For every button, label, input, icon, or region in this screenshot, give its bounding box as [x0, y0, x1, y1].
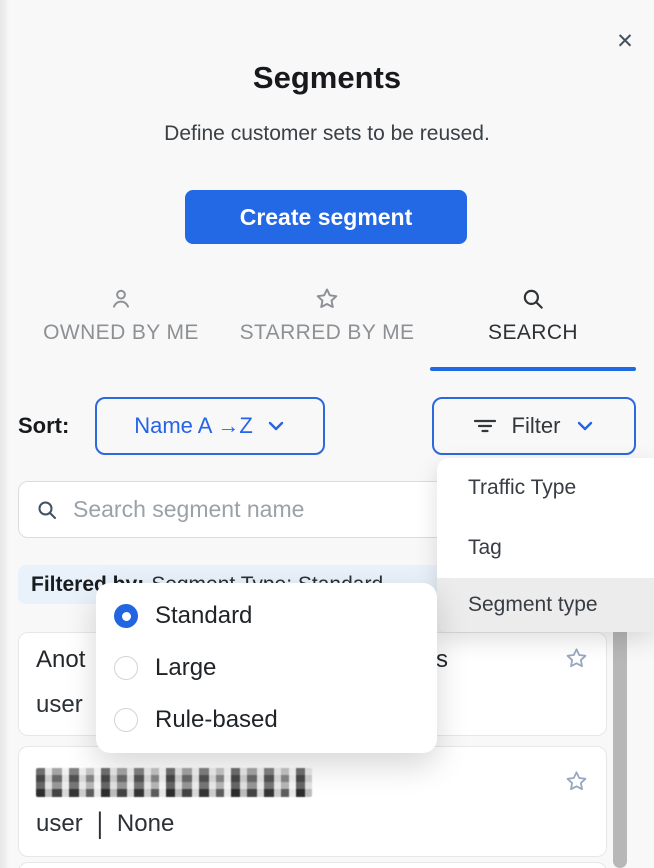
scrollbar-thumb[interactable] — [613, 610, 627, 868]
star-icon[interactable] — [564, 769, 589, 794]
menu-item-traffic-type[interactable]: Traffic Type — [437, 458, 654, 518]
segments-panel: ✕ Segments Define customer sets to be re… — [0, 0, 654, 868]
option-large[interactable]: Large — [96, 642, 437, 694]
star-icon — [314, 286, 340, 312]
tab-label: STARRED BY ME — [240, 321, 415, 345]
chevron-down-icon — [575, 416, 595, 436]
filter-dropdown[interactable]: Filter — [432, 397, 636, 455]
active-tab-underline — [430, 367, 636, 371]
tab-search[interactable]: SEARCH — [430, 286, 636, 345]
close-icon[interactable]: ✕ — [612, 28, 638, 54]
segment-title-fragment: Anot — [36, 646, 85, 674]
sort-value: Name A →Z — [134, 413, 253, 439]
filter-label: Filter — [512, 413, 561, 439]
search-icon — [35, 498, 59, 522]
create-segment-button[interactable]: Create segment — [185, 190, 467, 244]
page-subtitle: Define customer sets to be reused. — [0, 122, 654, 146]
tab-label: OWNED BY ME — [43, 321, 199, 345]
tab-owned-by-me[interactable]: OWNED BY ME — [18, 286, 224, 345]
page-title: Segments — [0, 60, 654, 96]
radio-selected-icon[interactable] — [114, 604, 138, 628]
segment-list-item[interactable]: user | None — [18, 746, 607, 857]
search-icon — [520, 286, 546, 312]
menu-item-tag[interactable]: Tag — [437, 518, 654, 578]
option-label: Standard — [155, 602, 252, 630]
star-icon[interactable] — [564, 646, 589, 671]
tab-bar: OWNED BY ME STARRED BY ME SEARCH — [18, 286, 636, 345]
menu-item-segment-type[interactable]: Segment type — [437, 578, 654, 632]
tab-label: SEARCH — [488, 321, 578, 345]
filter-menu: Traffic Type Tag Segment type — [437, 458, 654, 632]
chevron-down-icon — [266, 416, 286, 436]
radio-unselected-icon[interactable] — [114, 656, 138, 680]
segment-list-item-partial — [18, 862, 607, 868]
person-icon — [108, 286, 134, 312]
segment-type-popup: Standard Large Rule-based — [96, 583, 437, 753]
radio-unselected-icon[interactable] — [114, 708, 138, 732]
segment-subtitle-fragment: user — [36, 691, 83, 719]
option-label: Large — [155, 654, 216, 682]
segment-tag-text: None — [117, 810, 174, 838]
segment-subtitle: user | None — [36, 810, 174, 838]
sort-label: Sort: — [18, 413, 69, 439]
redacted-segment-title — [36, 768, 312, 797]
option-rule-based[interactable]: Rule-based — [96, 694, 437, 746]
option-label: Rule-based — [155, 706, 278, 734]
pipe-divider: | — [97, 807, 103, 842]
filter-lines-icon — [473, 414, 497, 438]
sort-dropdown[interactable]: Name A →Z — [95, 397, 325, 455]
segment-type-text: user — [36, 810, 83, 838]
tab-starred-by-me[interactable]: STARRED BY ME — [224, 286, 430, 345]
option-standard[interactable]: Standard — [96, 590, 437, 642]
